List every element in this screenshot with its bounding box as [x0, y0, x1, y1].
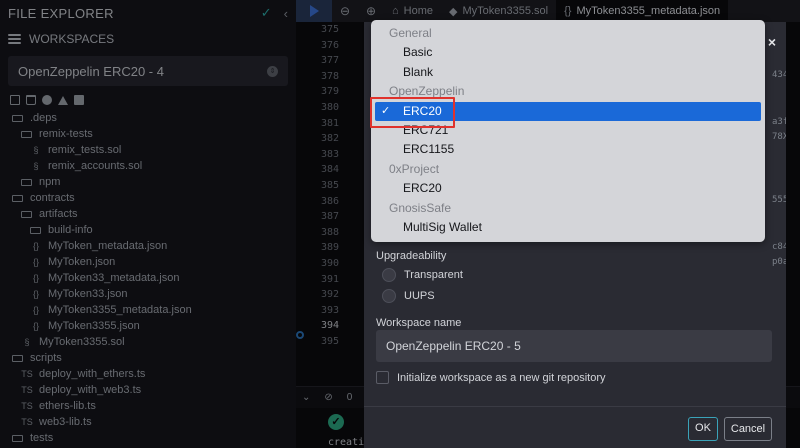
code-fragment: a3f — [772, 116, 786, 127]
annotation-highlight-box — [370, 97, 455, 128]
dropdown-option[interactable]: Blank — [371, 63, 765, 82]
cancel-button[interactable]: Cancel — [724, 417, 772, 441]
upgradeability-label: Upgradeability — [376, 250, 447, 262]
code-fragment: 78X — [772, 132, 786, 143]
workspace-name-input[interactable]: OpenZeppelin ERC20 - 5 — [376, 330, 772, 362]
dropdown-label: General — [389, 26, 432, 40]
dropdown-label: ERC20 — [403, 181, 442, 196]
modal-footer — [364, 406, 786, 448]
dropdown-label: Blank — [403, 64, 434, 79]
dropdown-option[interactable]: ERC20 — [371, 179, 765, 198]
workspace-name-label: Workspace name — [376, 317, 462, 329]
dropdown-label: Basic — [403, 45, 433, 60]
template-dropdown-menu: General Basic Blank OpenZeppelin ✓ ERC20 ERC72… — [371, 20, 765, 242]
init-git-checkbox[interactable] — [376, 371, 389, 384]
dropdown-label: ERC1155 — [403, 142, 455, 157]
init-git-label: Initialize workspace as a new git reposi… — [397, 371, 606, 384]
radio-transparent[interactable]: Transparent — [382, 268, 463, 282]
dropdown-option[interactable]: Basic — [371, 43, 765, 62]
dropdown-group-header: GnosisSafe — [371, 199, 765, 218]
radio-button[interactable] — [382, 289, 396, 303]
dropdown-group-header: 0xProject — [371, 160, 765, 179]
code-fragment: p0a — [772, 257, 786, 268]
dropdown-option[interactable]: MultiSig Wallet — [371, 218, 765, 237]
dropdown-option[interactable]: ERC1155 — [371, 140, 765, 159]
radio-uups[interactable]: UUPS — [382, 289, 435, 303]
radio-label: Transparent — [404, 269, 463, 281]
code-fragment: 434 — [772, 70, 786, 80]
radio-button[interactable] — [382, 268, 396, 282]
dropdown-label: 0xProject — [389, 161, 440, 176]
dropdown-label: GnosisSafe — [389, 200, 452, 215]
close-icon[interactable]: × — [768, 34, 776, 50]
dropdown-label: MultiSig Wallet — [403, 219, 482, 234]
init-git-row[interactable]: Initialize workspace as a new git reposi… — [376, 371, 605, 384]
dropdown-group-header: General — [371, 24, 765, 43]
radio-label: UUPS — [404, 290, 435, 302]
code-fragment: c84 — [772, 241, 786, 252]
ok-button[interactable]: OK — [688, 417, 718, 441]
code-fragment: 555 — [772, 194, 786, 205]
